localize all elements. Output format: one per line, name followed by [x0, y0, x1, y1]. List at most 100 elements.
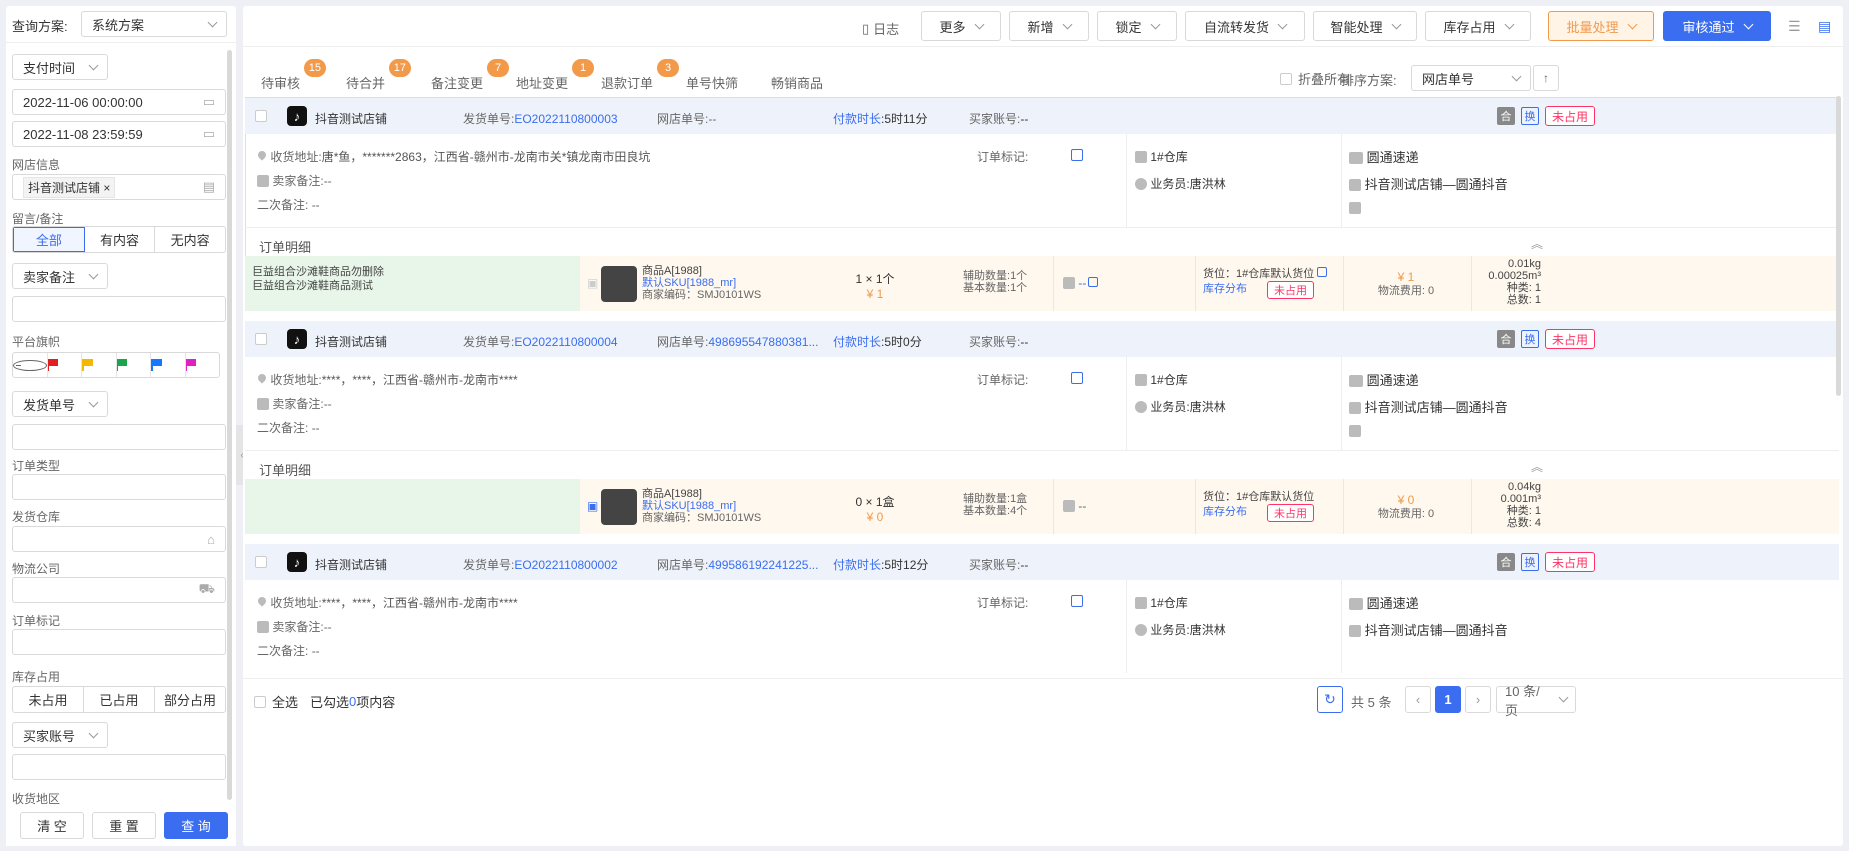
lock-button[interactable]: 锁定: [1097, 11, 1177, 41]
log-button[interactable]: ▯ 日志: [862, 19, 899, 38]
sidebar-scrollbar[interactable]: [227, 50, 232, 800]
shipment-no-input[interactable]: [12, 424, 226, 450]
swap-tag-button[interactable]: 换: [1521, 553, 1539, 571]
edit-icon[interactable]: [1317, 267, 1328, 277]
edit-icon[interactable]: [1071, 595, 1083, 607]
card-view-icon[interactable]: ▤: [1818, 18, 1831, 35]
order-checkbox[interactable]: [255, 110, 267, 122]
tab-bestsellers[interactable]: 畅销商品: [771, 73, 823, 92]
stock-option-unused[interactable]: 未占用: [13, 687, 84, 712]
tab-address-change[interactable]: 地址变更 1: [516, 59, 595, 92]
order-mark-select[interactable]: [12, 629, 226, 655]
select-all-checkbox[interactable]: [254, 695, 266, 708]
logistics-select[interactable]: ⛟: [12, 577, 226, 603]
tab-remark-change[interactable]: 备注变更 7: [431, 59, 510, 92]
buyer-account-select[interactable]: 买家账号: [12, 722, 108, 748]
shop-order-no-link[interactable]: 499586192241225...: [708, 558, 818, 572]
list-view-icon[interactable]: ☰: [1788, 18, 1801, 35]
stock-occupy-button[interactable]: 库存占用: [1425, 11, 1531, 41]
shipment-no-select[interactable]: 发货单号: [12, 391, 108, 417]
flag-blue-option[interactable]: [151, 353, 186, 377]
more-button[interactable]: 更多: [921, 11, 1001, 41]
main-scrollbar[interactable]: [1836, 96, 1841, 396]
add-button[interactable]: 新增: [1009, 11, 1089, 41]
ship-no-link[interactable]: EO2022110800003: [514, 112, 617, 126]
item-weight: 0.01kg 0.00025m³ 种类: 1 总数: 1: [1488, 258, 1541, 306]
flag-yellow-option[interactable]: [82, 353, 117, 377]
sort-select[interactable]: 网店单号: [1411, 65, 1531, 91]
tab-refund-orders[interactable]: 退款订单 3: [601, 59, 680, 92]
shop-select[interactable]: 抖音测试店铺 × ▤: [12, 174, 226, 200]
edit-icon[interactable]: [1071, 149, 1083, 161]
page-1-button[interactable]: 1: [1435, 686, 1461, 713]
reset-button[interactable]: 重 置: [92, 812, 156, 839]
seller-remark-select[interactable]: 卖家备注: [12, 263, 108, 289]
buyer-account-input[interactable]: [12, 754, 226, 780]
prev-page-button[interactable]: ‹: [1405, 686, 1431, 713]
pay-duration: :5时12分: [881, 558, 929, 572]
ship-no-link[interactable]: EO2022110800004: [514, 335, 617, 349]
self-ship-button[interactable]: 自流转发货: [1185, 11, 1305, 41]
fold-all-checkbox[interactable]: 折叠所有: [1280, 69, 1350, 88]
divider: [1471, 256, 1472, 311]
collapse-icon[interactable]: ︽: [1531, 235, 1543, 252]
remark-option-all[interactable]: 全部: [13, 227, 85, 252]
divider: [1471, 479, 1472, 534]
sku-link[interactable]: 默认SKU[1988_mr]: [642, 500, 761, 512]
approve-button[interactable]: 审核通过: [1663, 11, 1771, 41]
seller-remark-input[interactable]: [12, 296, 226, 322]
sku-link[interactable]: 默认SKU[1988_mr]: [642, 277, 761, 289]
refresh-button[interactable]: ↻: [1317, 686, 1343, 713]
stock-option-partial[interactable]: 部分占用: [155, 687, 225, 712]
clear-button[interactable]: 清 空: [20, 812, 84, 839]
tab-pending-merge[interactable]: 待合并 17: [346, 59, 412, 92]
merge-tag-button[interactable]: 合: [1497, 107, 1515, 125]
flag-red-option[interactable]: [47, 353, 82, 377]
close-icon[interactable]: ×: [103, 181, 110, 195]
divider: [243, 46, 1843, 47]
chevron-down-icon: [1504, 19, 1514, 29]
page-size-select[interactable]: 10 条/页: [1496, 684, 1576, 718]
order-header: ♪ 抖音测试店铺 发货单号:EO2022110800002 网店单号:49958…: [245, 544, 1839, 580]
seller-remark-row: 卖家备注:--: [257, 172, 332, 189]
edit-icon[interactable]: [1071, 372, 1083, 384]
query-button[interactable]: 查 询: [164, 812, 228, 839]
batch-process-button[interactable]: 批量处理: [1548, 11, 1654, 41]
no-flag-option[interactable]: [13, 353, 48, 377]
time-type-select[interactable]: 支付时间: [12, 54, 108, 80]
tab-quick-filter[interactable]: 单号快筛: [686, 73, 738, 92]
sort-direction-button[interactable]: ↑: [1533, 65, 1559, 91]
next-page-button[interactable]: ›: [1465, 686, 1491, 713]
warehouse-select[interactable]: ⌂: [12, 526, 226, 552]
product-code: 商家编码：SMJ0101WS: [642, 512, 762, 524]
stock-distribution-link[interactable]: 库存分布: [1203, 283, 1247, 295]
query-scheme-select[interactable]: 系统方案: [81, 11, 227, 37]
flag-purple-option[interactable]: [185, 353, 220, 377]
flag-green-option[interactable]: [116, 353, 151, 377]
store-icon: ▤: [202, 179, 215, 194]
selected-count: 0: [349, 694, 357, 709]
merge-tag-button[interactable]: 合: [1497, 553, 1515, 571]
shop-order-no-link[interactable]: 498695547880381...: [708, 335, 818, 349]
merge-tag-button[interactable]: 合: [1497, 330, 1515, 348]
smart-process-button[interactable]: 智能处理: [1313, 11, 1417, 41]
flag-icon: [47, 359, 82, 371]
edit-icon[interactable]: [1088, 277, 1099, 287]
location-icon: [257, 374, 267, 386]
order-checkbox[interactable]: [255, 333, 267, 345]
stock-option-used[interactable]: 已占用: [84, 687, 155, 712]
remark-option-has-content[interactable]: 有内容: [85, 227, 156, 252]
divider: [1126, 357, 1127, 450]
collapse-icon[interactable]: ︽: [1531, 458, 1543, 475]
order-checkbox[interactable]: [255, 556, 267, 568]
remark-option-no-content[interactable]: 无内容: [155, 227, 225, 252]
stock-distribution-link[interactable]: 库存分布: [1203, 506, 1247, 518]
ship-no-link[interactable]: EO2022110800002: [514, 558, 617, 572]
swap-tag-button[interactable]: 换: [1521, 107, 1539, 125]
tiktok-icon: ♪: [287, 329, 307, 349]
order-type-select[interactable]: [12, 474, 226, 500]
swap-tag-button[interactable]: 换: [1521, 330, 1539, 348]
start-time-input[interactable]: 2022-11-06 00:00:00 ▭: [12, 89, 226, 115]
tab-pending-review[interactable]: 待审核 15: [261, 59, 327, 92]
end-time-input[interactable]: 2022-11-08 23:59:59 ▭: [12, 121, 226, 147]
